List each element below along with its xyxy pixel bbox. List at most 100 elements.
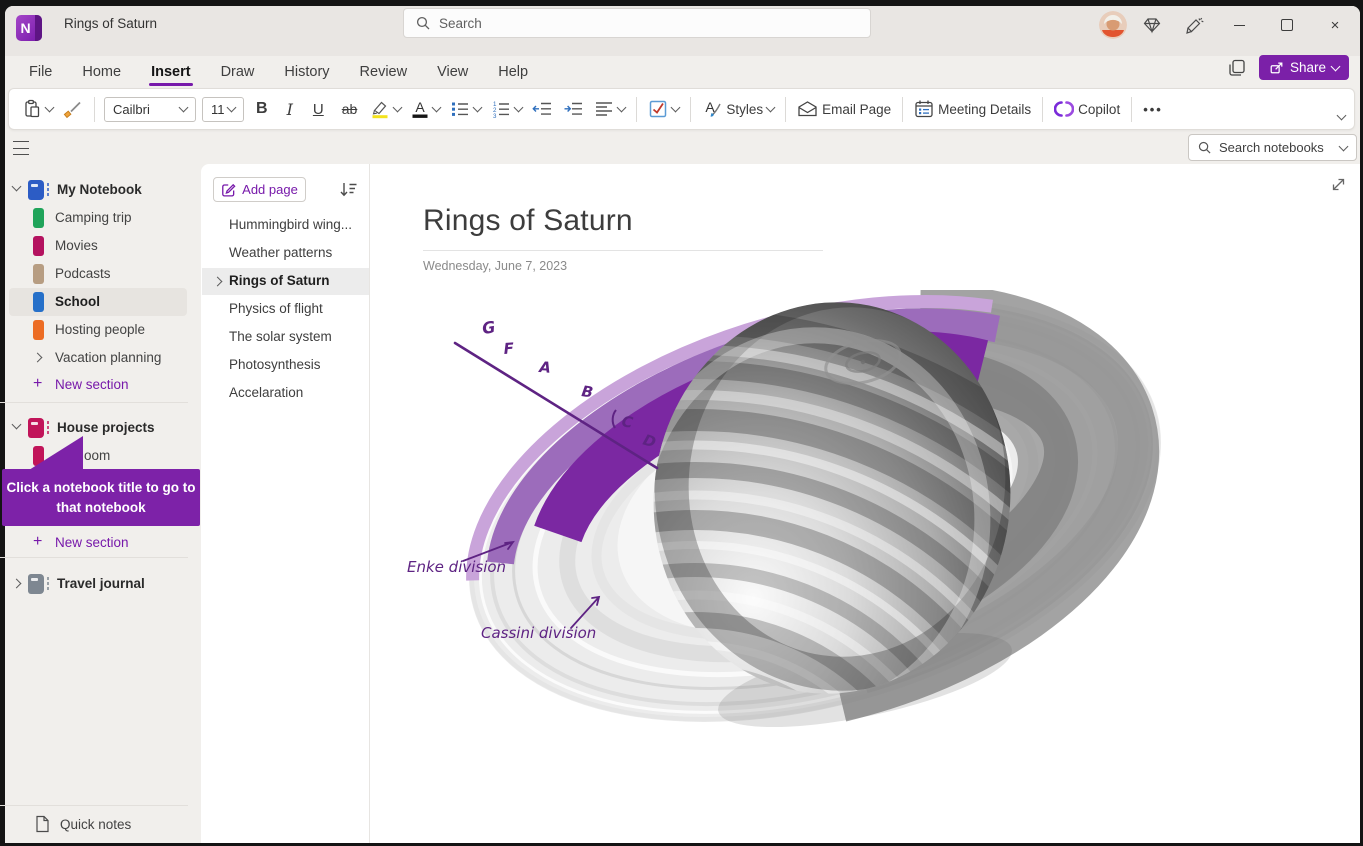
- more-options-button[interactable]: •••: [1138, 98, 1168, 121]
- copilot-button[interactable]: Copilot: [1049, 95, 1125, 123]
- menu-insert[interactable]: Insert: [136, 58, 206, 86]
- alignment-icon: [594, 99, 614, 119]
- side-panels-icon[interactable]: [1227, 58, 1247, 78]
- maximize-button[interactable]: [1267, 5, 1307, 45]
- page-title: Weather patterns: [229, 245, 332, 260]
- menu-review[interactable]: Review: [345, 58, 423, 86]
- notebook-my-notebook[interactable]: My Notebook: [0, 176, 201, 204]
- page-item[interactable]: Photosynthesis: [202, 352, 369, 379]
- close-button[interactable]: ×: [1315, 5, 1355, 45]
- menu-home[interactable]: Home: [67, 58, 136, 86]
- bold-button[interactable]: B: [247, 96, 277, 122]
- section-group-vacation-planning[interactable]: Vacation planning: [0, 344, 201, 372]
- highlighter-chevron-icon: [393, 103, 403, 113]
- share-button[interactable]: Share: [1259, 55, 1349, 80]
- menu-file[interactable]: File: [14, 58, 67, 86]
- onenote-icon-letter: N: [16, 15, 35, 41]
- saturn-drawing: G F A B C D Enke division Cassini divisi…: [395, 290, 1185, 730]
- ribbon-divider: [1042, 97, 1043, 122]
- italic-button[interactable]: I: [277, 96, 303, 123]
- underline-button[interactable]: U: [303, 97, 334, 122]
- chevron-down-icon: [12, 420, 22, 430]
- quick-notes-page-icon: [35, 815, 50, 833]
- alignment-button[interactable]: [589, 95, 630, 123]
- plus-icon: +: [33, 375, 42, 393]
- search-input[interactable]: Search: [403, 8, 871, 38]
- chevron-down-icon: [12, 182, 22, 192]
- cassini-division-label: Cassini division: [481, 624, 596, 642]
- todo-tag-chevron-icon: [671, 103, 681, 113]
- page-item[interactable]: Accelaration: [202, 380, 369, 407]
- font-color-button[interactable]: A: [406, 95, 445, 123]
- bullet-list-button[interactable]: [445, 95, 486, 123]
- add-page-icon: [221, 182, 236, 197]
- styles-icon: A: [702, 99, 722, 119]
- styles-button[interactable]: A Styles: [697, 95, 779, 123]
- sort-pages-button[interactable]: [339, 180, 357, 203]
- numbered-list-icon: 123: [491, 99, 511, 119]
- font-size-select[interactable]: 11: [202, 97, 244, 122]
- page-item[interactable]: The solar system: [202, 324, 369, 351]
- new-section-button[interactable]: + New section: [0, 530, 201, 556]
- numbered-list-button[interactable]: 123: [486, 95, 527, 123]
- page-title: Accelaration: [229, 385, 303, 400]
- font-color-chevron-icon: [432, 103, 442, 113]
- title-underline: [423, 250, 823, 251]
- premium-diamond-icon[interactable]: [1135, 8, 1169, 42]
- page-title: Rings of Saturn: [229, 273, 330, 288]
- panel-divider: [369, 164, 370, 843]
- decrease-indent-button[interactable]: [527, 95, 558, 123]
- page-item-selected[interactable]: Rings of Saturn: [202, 268, 369, 295]
- ribbon-divider: [94, 97, 95, 122]
- email-page-button[interactable]: Email Page: [792, 95, 896, 123]
- highlighter-button[interactable]: [365, 95, 406, 123]
- increase-indent-icon: [563, 99, 584, 119]
- todo-checkbox-icon: [648, 99, 668, 119]
- note-title[interactable]: Rings of Saturn: [423, 204, 633, 238]
- bullet-list-chevron-icon: [473, 103, 483, 113]
- notebook-name: My Notebook: [57, 182, 142, 197]
- strikethrough-button[interactable]: ab: [334, 97, 366, 121]
- section-camping-trip[interactable]: Camping trip: [0, 204, 201, 232]
- section-label: Vacation planning: [55, 350, 161, 365]
- expand-page-button[interactable]: [1330, 176, 1347, 198]
- menu-view[interactable]: View: [422, 58, 483, 86]
- enke-division-label: Enke division: [407, 558, 506, 576]
- nav-hamburger-button[interactable]: [10, 139, 32, 157]
- meeting-details-button[interactable]: Meeting Details: [909, 95, 1036, 123]
- section-school[interactable]: School: [0, 288, 201, 316]
- search-icon: [1198, 141, 1211, 154]
- page-item[interactable]: Weather patterns: [202, 240, 369, 267]
- paste-button[interactable]: [17, 95, 58, 123]
- new-section-button[interactable]: + New section: [0, 372, 201, 398]
- add-page-button[interactable]: Add page: [213, 177, 306, 202]
- notebook-travel-journal[interactable]: Travel journal: [0, 570, 201, 598]
- notebook-icon: [28, 180, 44, 200]
- numbered-list-chevron-icon: [514, 103, 524, 113]
- page-title: Physics of flight: [229, 301, 323, 316]
- section-hosting-people[interactable]: Hosting people: [0, 316, 201, 344]
- bullet-list-icon: [450, 99, 470, 119]
- paste-chevron-icon: [45, 103, 55, 113]
- tooltip-pointer: [29, 436, 83, 470]
- user-avatar[interactable]: [1099, 11, 1127, 39]
- section-label: Movies: [55, 238, 98, 253]
- section-podcasts[interactable]: Podcasts: [0, 260, 201, 288]
- feedback-megaphone-icon[interactable]: [1177, 8, 1211, 42]
- menu-history[interactable]: History: [269, 58, 344, 86]
- search-notebooks-select[interactable]: Search notebooks: [1188, 134, 1357, 161]
- page-item[interactable]: Hummingbird wing...: [202, 212, 369, 239]
- todo-tag-button[interactable]: [643, 95, 684, 123]
- quick-notes-button[interactable]: Quick notes: [0, 810, 201, 840]
- share-icon: [1269, 60, 1284, 75]
- format-painter-button[interactable]: [58, 95, 88, 123]
- minimize-button[interactable]: [1219, 5, 1259, 45]
- page-item[interactable]: Physics of flight: [202, 296, 369, 323]
- ring-label-a: A: [538, 358, 552, 377]
- menu-draw[interactable]: Draw: [206, 58, 270, 86]
- menu-help[interactable]: Help: [483, 58, 543, 86]
- section-label: Podcasts: [55, 266, 111, 281]
- section-movies[interactable]: Movies: [0, 232, 201, 260]
- font-name-select[interactable]: Cailbri: [104, 97, 196, 122]
- increase-indent-button[interactable]: [558, 95, 589, 123]
